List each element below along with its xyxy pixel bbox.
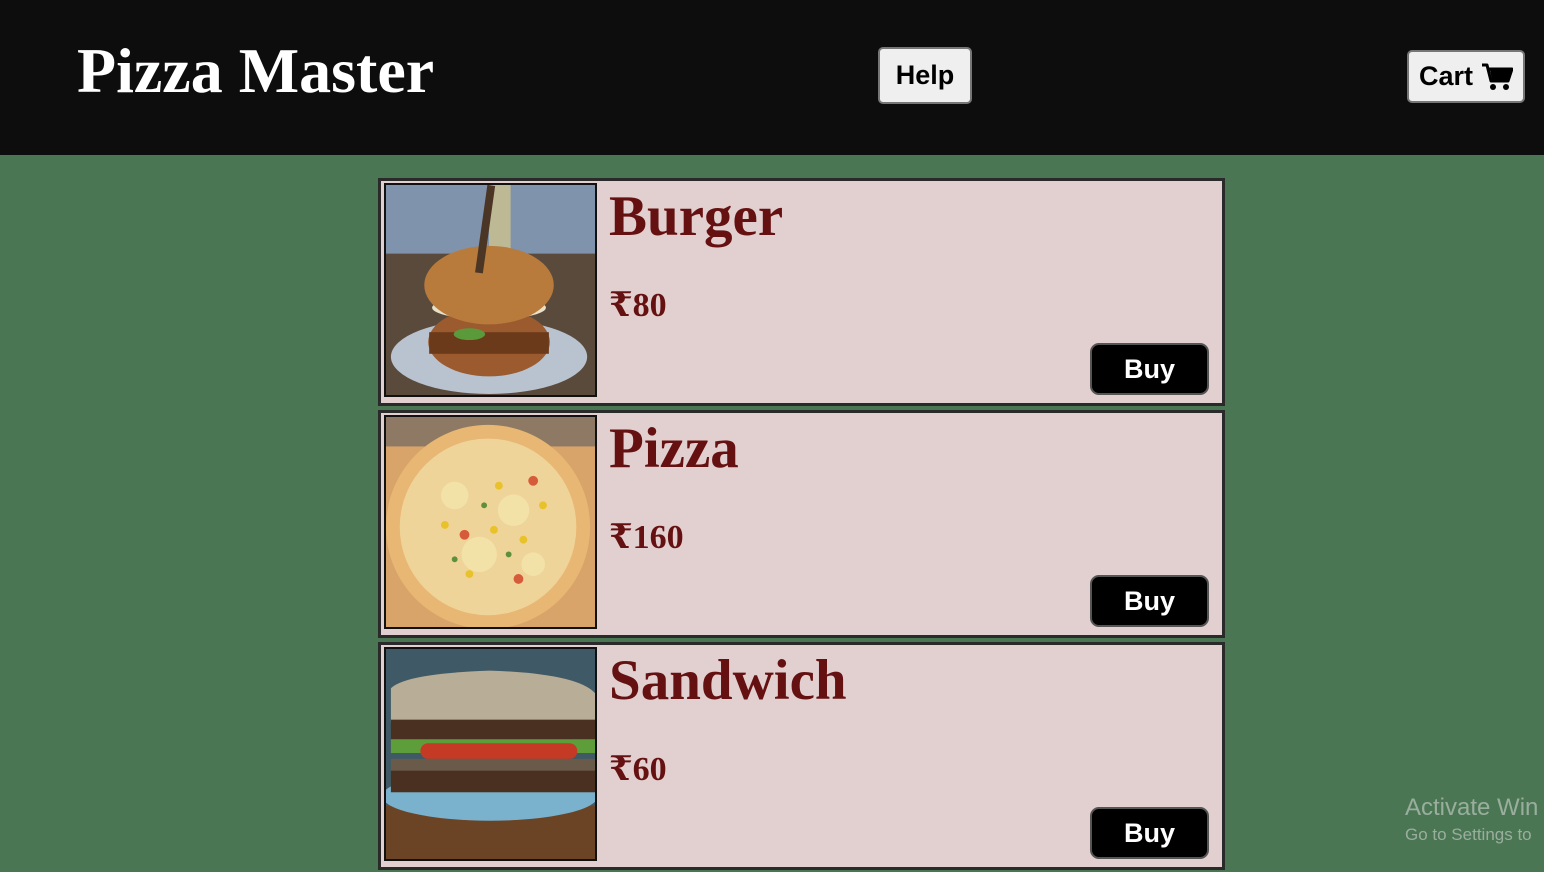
cart-button[interactable]: Cart (1407, 50, 1525, 103)
menu-item-sandwich: Sandwich ₹60 Buy (378, 642, 1225, 870)
item-name: Sandwich (609, 649, 847, 712)
pizza-image (384, 415, 597, 629)
sandwich-image (384, 647, 597, 861)
watermark-title: Activate Win (1405, 794, 1539, 821)
item-name: Burger (609, 185, 784, 248)
help-button[interactable]: Help (878, 47, 972, 104)
menu-item-pizza: Pizza ₹160 Buy (378, 410, 1225, 638)
item-price: ₹60 (609, 751, 667, 788)
site-title: Pizza Master (77, 35, 435, 106)
cart-button-label: Cart (1418, 61, 1473, 91)
buy-button-pizza[interactable]: Buy (1090, 575, 1209, 627)
shopping-cart-icon (1481, 62, 1514, 92)
item-price: ₹80 (609, 287, 667, 324)
item-price: ₹160 (609, 519, 684, 556)
watermark-subtitle: Go to Settings to (1405, 825, 1532, 844)
burger-image (384, 183, 597, 397)
help-button-label: Help (895, 60, 955, 90)
menu-item-burger: Burger ₹80 Buy (378, 178, 1225, 406)
item-name: Pizza (609, 417, 739, 480)
buy-button-sandwich[interactable]: Buy (1090, 807, 1209, 859)
windows-activation-watermark: Activate Win Go to Settings to (1405, 793, 1538, 847)
header-bar: Pizza Master Help Cart (0, 0, 1544, 155)
buy-button-burger[interactable]: Buy (1090, 343, 1209, 395)
